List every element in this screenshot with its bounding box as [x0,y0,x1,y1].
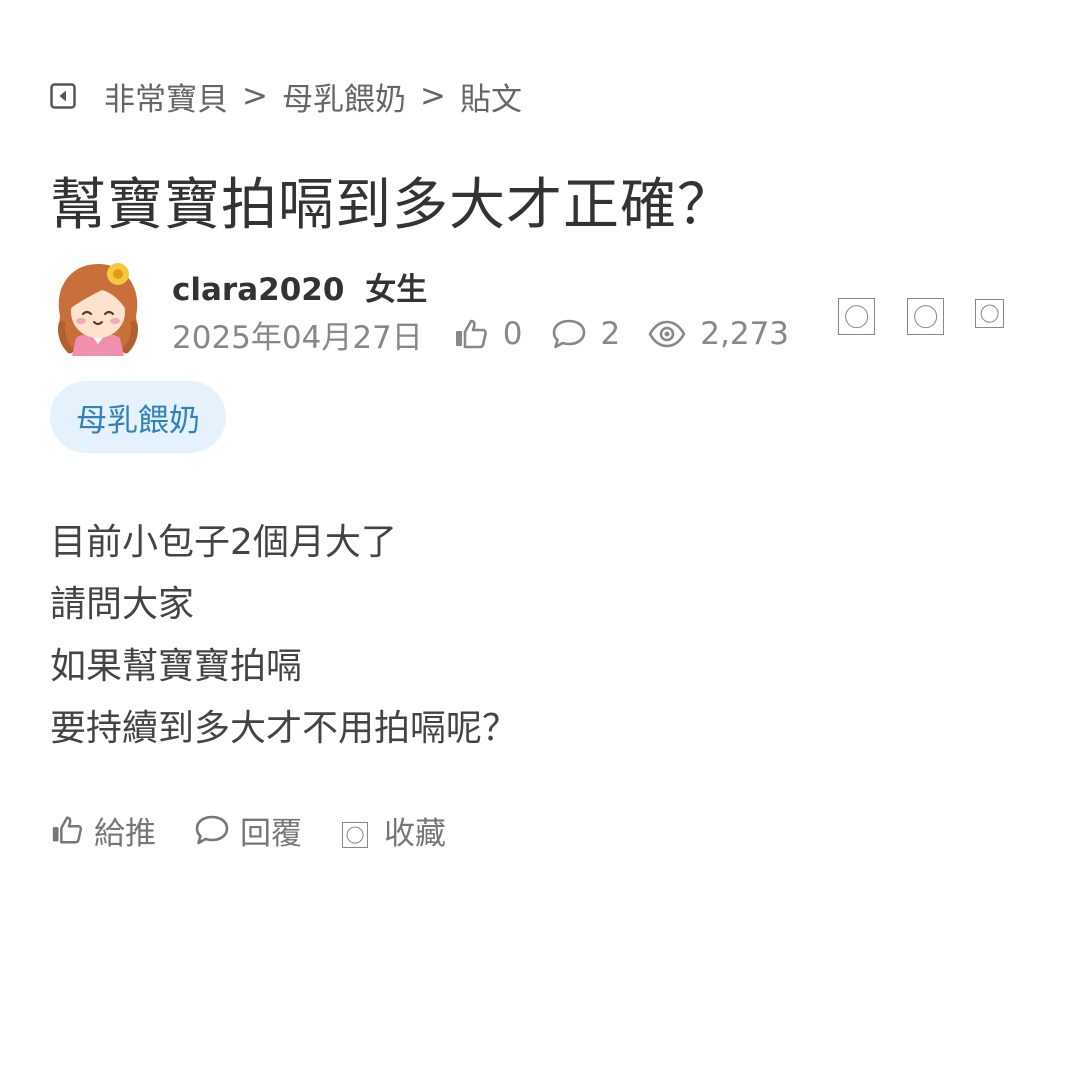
speech-bubble-icon [552,319,585,349]
post-actions: 給推 回覆 收藏 [50,806,446,854]
share-icon[interactable] [838,298,875,335]
post-date: 2025年04月27日 [172,319,423,356]
topic-tag[interactable]: 母乳餵奶 [50,381,226,453]
post-body: 目前小包子2個月大了 請問大家 如果幫寶寶拍嗝 要持續到多大才不用拍嗝呢？ [50,512,518,760]
thumbs-up-icon [455,319,487,349]
avatar[interactable] [52,258,144,356]
post-meta: 2025年04月27日 0 2 2,273 [172,312,817,356]
breadcrumb-item-board[interactable]: 母乳餵奶 [282,74,406,119]
post-body-line: 請問大家 [50,584,195,625]
reply-label: 回覆 [240,815,302,852]
push-button[interactable]: 給推 [50,808,156,853]
breadcrumb: 非常寶貝 > 母乳餵奶 > 貼文 [50,74,522,118]
breadcrumb-separator: > [419,78,446,114]
post-title: 幫寶寶拍嗝到多大才正確？ [50,173,734,238]
post-body-line: 目前小包子2個月大了 [50,522,397,563]
breadcrumb-separator: > [242,78,268,114]
thumbs-up-icon [52,816,83,844]
breadcrumb-item-current: 貼文 [459,81,522,118]
author-name[interactable]: clara2020 [172,272,344,308]
favorite-label: 收藏 [384,815,446,852]
more-options-icon[interactable] [975,299,1004,328]
reply-button[interactable]: 回覆 [194,808,302,853]
author-gender: 女生 [365,272,428,308]
view-count-value: 2,273 [700,316,790,352]
eye-icon [648,320,686,348]
like-count: 0 [453,316,523,352]
back-arrow-icon[interactable] [50,83,76,109]
comment-count: 2 [551,316,621,352]
bookmark-icon[interactable] [907,298,944,335]
like-count-value: 0 [502,316,523,352]
post-body-line: 要持續到多大才不用拍嗝呢？ [50,708,519,749]
breadcrumb-item-section[interactable]: 非常寶貝 [104,74,228,119]
author-line: clara2020 女生 [172,264,427,309]
favorite-button[interactable]: 收藏 [342,808,446,853]
favorite-icon [342,822,368,848]
comment-count-value: 2 [600,316,621,352]
post-page: 非常寶貝 > 母乳餵奶 > 貼文 幫寶寶拍嗝到多大才正確？ clara2020 [0,0,1080,1080]
speech-bubble-icon [195,815,229,845]
push-label: 給推 [94,815,156,852]
view-count: 2,273 [648,316,789,352]
post-body-line: 如果幫寶寶拍嗝 [50,646,303,687]
